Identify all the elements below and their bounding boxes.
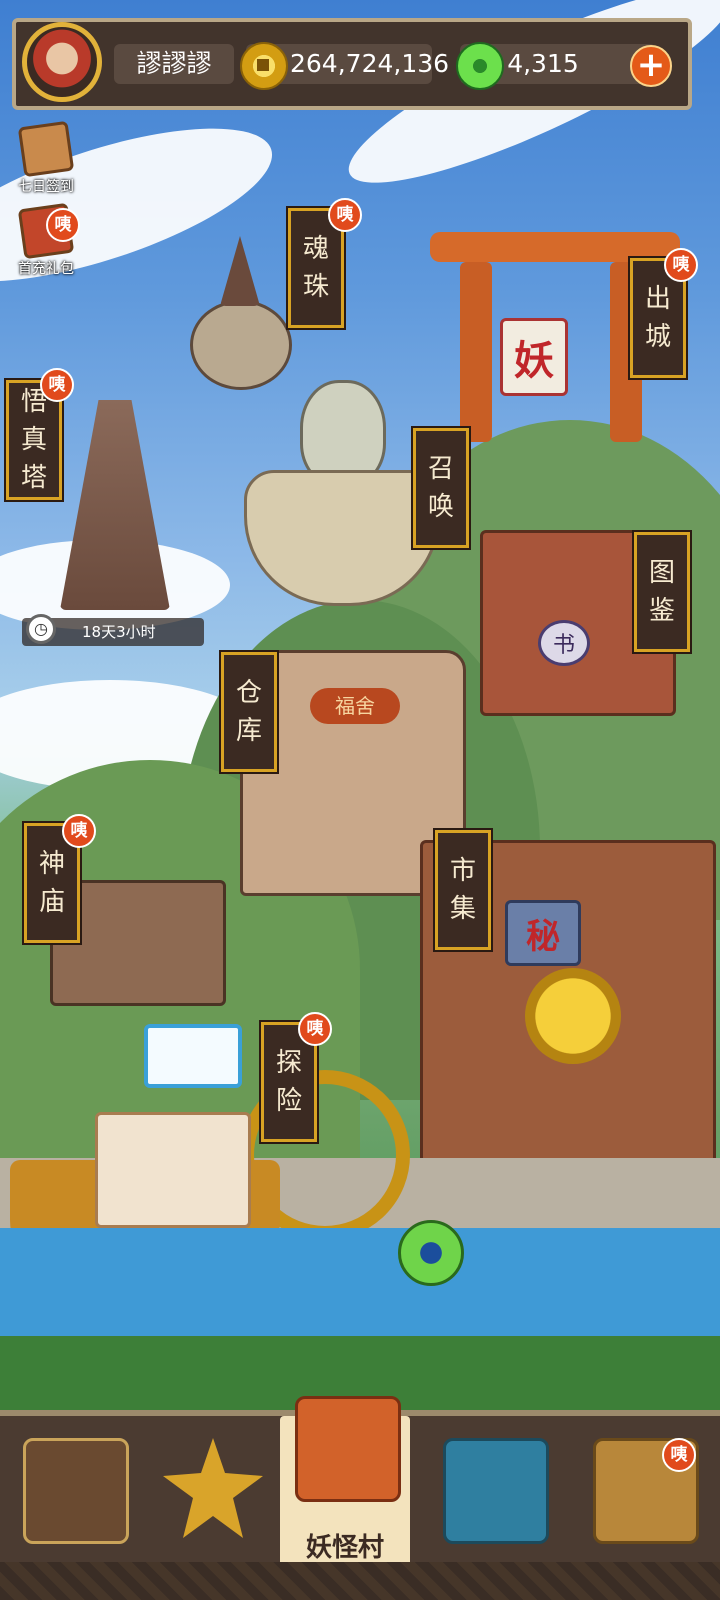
torii-pillar <box>460 262 492 442</box>
label-char: 城 <box>644 322 671 352</box>
star-trophy-icon <box>163 1438 263 1538</box>
player-avatar[interactable] <box>22 22 102 102</box>
bottom-pattern <box>0 1562 720 1600</box>
label-char: 出 <box>644 284 671 314</box>
tab-trophy[interactable] <box>148 1426 278 1556</box>
building-label-summon[interactable]: 召 唤 <box>413 428 469 548</box>
label-char: 真 <box>20 425 47 455</box>
torii-gate-icon <box>295 1396 401 1502</box>
notification-badge: 咦 <box>328 198 362 232</box>
gold-amount: 264,724,136 <box>290 49 450 78</box>
village-map: 妖 书 福舍 秘 <box>0 0 720 1600</box>
jade-ring-creature[interactable] <box>398 1220 464 1286</box>
building-label-market[interactable]: 市 集 <box>435 830 491 950</box>
jade-icon <box>456 42 504 90</box>
side-item-label: 七日签到 <box>18 179 74 195</box>
notification-badge: 咦 <box>40 368 74 402</box>
book-sign: 书 <box>538 620 590 666</box>
label-char: 珠 <box>302 272 329 302</box>
jade-amount: 4,315 <box>507 49 579 78</box>
label-char: 庙 <box>38 887 65 917</box>
river <box>0 1228 720 1338</box>
label-char: 险 <box>275 1086 302 1116</box>
bottom-navigation: 妖怪村 咦 <box>0 1396 720 1600</box>
side-item-label: 首充礼包 <box>18 261 74 277</box>
clock-icon: ◷ <box>26 614 56 644</box>
tab-chest[interactable] <box>8 1426 138 1556</box>
ship-sail <box>95 1112 251 1228</box>
chest-icon <box>23 1438 129 1544</box>
label-char: 召 <box>427 454 454 484</box>
label-char: 市 <box>449 856 476 886</box>
wisdom-tower-building[interactable] <box>60 400 170 610</box>
secret-sign: 秘 <box>505 900 581 966</box>
label-char: 库 <box>235 716 262 746</box>
demon-sign: 妖 <box>500 318 568 396</box>
seven-day-checkin-button[interactable]: 七日签到 <box>6 120 86 196</box>
building-label-warehouse[interactable]: 仓 库 <box>221 652 277 772</box>
player-name: 謬謬謬 <box>114 44 234 84</box>
gold-coin-icon <box>240 42 288 90</box>
label-char: 魂 <box>302 234 329 264</box>
label-char: 图 <box>648 558 675 588</box>
ship-flag <box>144 1024 242 1088</box>
building-label-codex[interactable]: 图 鉴 <box>634 532 690 652</box>
tab-shop[interactable] <box>428 1426 558 1556</box>
label-char: 神 <box>38 849 65 879</box>
shop-stall-icon <box>443 1438 549 1544</box>
event-timer: ◷ 18天3小时 <box>22 614 204 646</box>
tab-label: 妖怪村 <box>305 1533 384 1563</box>
timer-text: 18天3小时 <box>82 623 156 641</box>
fortune-sign: 福舍 <box>310 688 400 724</box>
notification-badge: 咦 <box>298 1012 332 1046</box>
soul-orb-spire <box>220 236 260 306</box>
gold-coin-ornament <box>525 968 621 1064</box>
add-jade-button[interactable]: + <box>630 45 672 87</box>
notification-badge: 咦 <box>62 814 96 848</box>
label-char: 探 <box>275 1048 302 1078</box>
label-char: 唤 <box>427 492 454 522</box>
soul-orb-building[interactable] <box>190 300 292 390</box>
notification-badge: 咦 <box>664 248 698 282</box>
label-char: 集 <box>449 894 476 924</box>
notification-badge: 咦 <box>46 208 80 242</box>
label-char: 鉴 <box>648 596 675 626</box>
calendar-icon <box>17 120 75 178</box>
label-char: 塔 <box>20 463 47 493</box>
notification-badge: 咦 <box>662 1438 696 1472</box>
tab-demon-village[interactable]: 妖怪村 <box>280 1396 410 1566</box>
label-char: 仓 <box>235 678 262 708</box>
